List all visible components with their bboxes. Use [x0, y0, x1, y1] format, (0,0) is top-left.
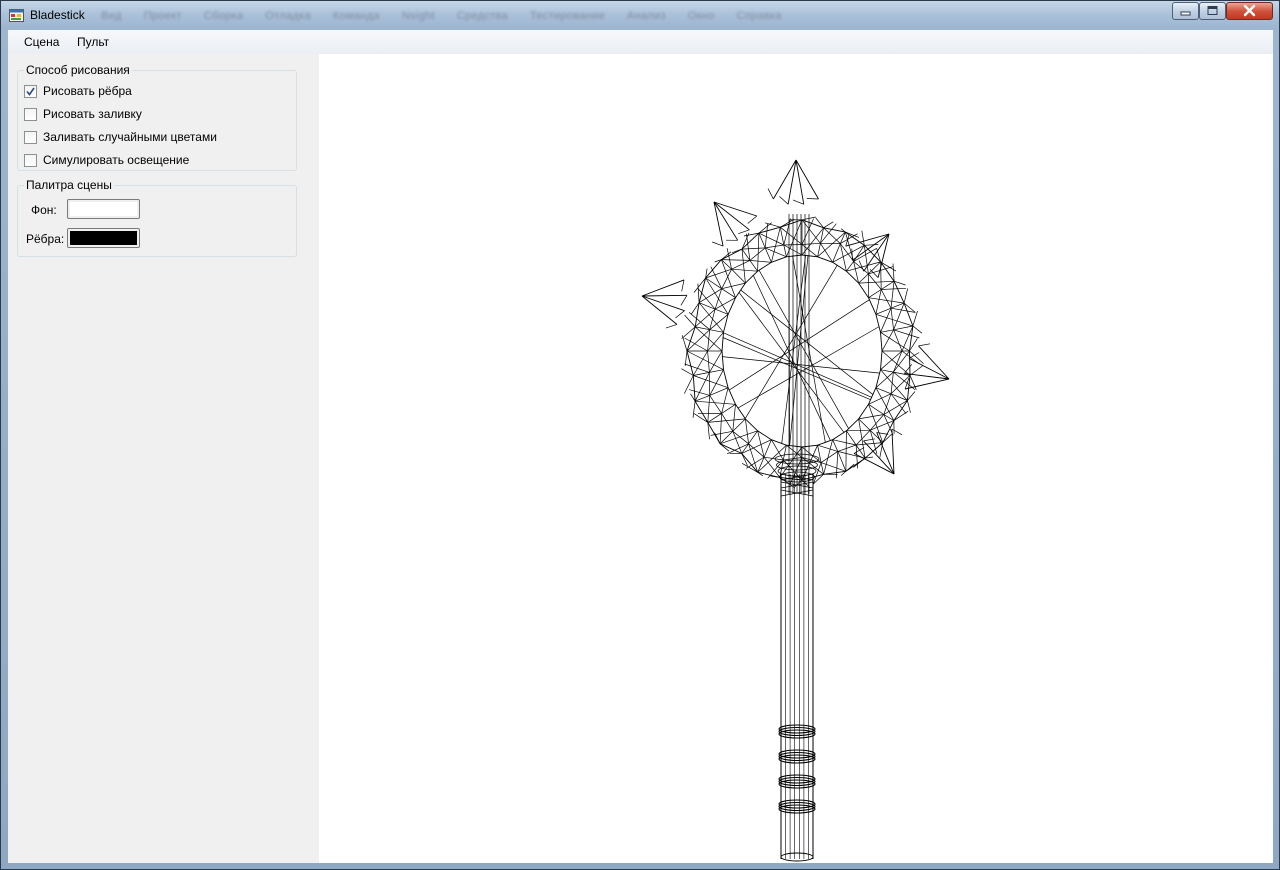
background-color-button[interactable]: [67, 199, 140, 219]
wireframe-model[interactable]: [319, 54, 1273, 863]
background-menu-item: Окно: [687, 10, 715, 22]
draw-mode-title: Способ рисования: [24, 63, 132, 77]
draw-mode-group: Способ рисования Рисовать рёбра Рисовать…: [17, 63, 297, 171]
random-colors-checkbox[interactable]: [24, 130, 37, 144]
minimize-button[interactable]: [1172, 2, 1199, 20]
menu-scene[interactable]: Сцена: [24, 35, 59, 49]
draw-edges-label: Рисовать рёбра: [43, 84, 132, 98]
window-title: Bladestick: [30, 8, 85, 22]
draw-fill-checkbox[interactable]: [24, 107, 37, 121]
render-viewport[interactable]: [319, 54, 1273, 863]
draw-edges-checkbox[interactable]: [24, 84, 37, 98]
background-color-label: Фон:: [31, 203, 57, 217]
lighting-label: Симулировать освещение: [43, 153, 190, 167]
background-menu-item: Отладка: [265, 10, 311, 22]
lighting-option[interactable]: Симулировать освещение: [24, 152, 189, 168]
edges-color-button[interactable]: [67, 228, 140, 248]
maximize-button[interactable]: [1199, 2, 1226, 20]
menu-bar: Сцена Пульт: [8, 30, 1273, 54]
palette-title: Палитра сцены: [24, 178, 114, 192]
background-menu-item: Проект: [143, 10, 182, 22]
client-area: Сцена Пульт Способ рисования Рисовать рё…: [8, 30, 1273, 863]
background-color-fill: [70, 202, 137, 216]
app-window: Bladestick Вид Проект Сборка Отладка Команда…: [0, 0, 1280, 870]
draw-edges-option[interactable]: Рисовать рёбра: [24, 83, 132, 99]
draw-fill-label: Рисовать заливку: [43, 107, 142, 121]
random-colors-label: Заливать случайными цветами: [43, 130, 217, 144]
background-menu-item: Сборка: [203, 10, 244, 22]
maximize-icon: [1207, 6, 1218, 15]
edges-color-fill: [70, 231, 137, 245]
app-icon: [9, 9, 24, 22]
close-button[interactable]: [1226, 2, 1273, 20]
background-menu-item: Nsight: [401, 10, 435, 22]
background-menu-item: Команда: [332, 10, 380, 22]
checkmark-icon: [26, 87, 35, 96]
lighting-checkbox[interactable]: [24, 153, 37, 167]
background-menu-item: Средства: [456, 10, 508, 22]
palette-group: Палитра сцены Фон: Рёбра:: [17, 178, 297, 257]
title-bar[interactable]: Bladestick Вид Проект Сборка Отладка Команда…: [1, 1, 1279, 30]
model-edges: [641, 159, 950, 862]
background-menu-item: Тестирование: [529, 10, 605, 22]
menu-console[interactable]: Пульт: [77, 35, 109, 49]
background-menu-item: Анализ: [626, 10, 666, 22]
edges-color-label: Рёбра:: [26, 232, 65, 246]
background-menu-item: Справка: [736, 10, 782, 22]
close-icon: [1243, 4, 1256, 17]
minimize-icon: [1180, 11, 1191, 16]
background-menu-item: Вид: [101, 10, 122, 22]
background-window-menu: Вид Проект Сборка Отладка Команда Nsight Средс…: [101, 10, 804, 22]
draw-fill-option[interactable]: Рисовать заливку: [24, 106, 142, 122]
random-colors-option[interactable]: Заливать случайными цветами: [24, 129, 217, 145]
